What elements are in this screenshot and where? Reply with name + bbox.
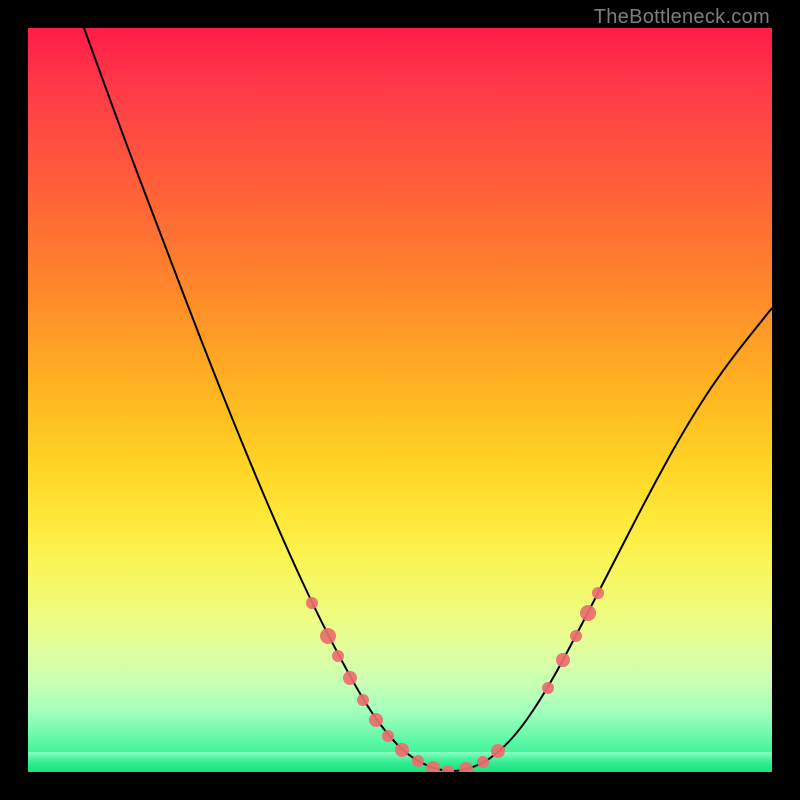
data-marker xyxy=(442,765,454,772)
data-marker xyxy=(556,653,570,667)
data-marker xyxy=(580,605,596,621)
data-marker xyxy=(412,755,424,767)
data-marker xyxy=(477,756,489,768)
data-marker xyxy=(332,650,344,662)
data-marker xyxy=(320,628,336,644)
curve-svg xyxy=(28,28,772,772)
plot-area xyxy=(28,28,772,772)
data-marker xyxy=(357,694,369,706)
bottleneck-curve xyxy=(84,28,772,771)
data-marker xyxy=(592,587,604,599)
data-marker xyxy=(343,671,357,685)
data-marker xyxy=(426,761,440,772)
data-marker xyxy=(395,743,409,757)
data-marker xyxy=(382,730,394,742)
data-marker xyxy=(491,744,505,758)
watermark-text: TheBottleneck.com xyxy=(594,6,770,29)
data-marker xyxy=(306,597,318,609)
data-marker xyxy=(459,762,473,772)
data-marker xyxy=(570,630,582,642)
data-marker xyxy=(369,713,383,727)
data-marker xyxy=(542,682,554,694)
data-markers xyxy=(306,587,604,772)
chart-frame: TheBottleneck.com xyxy=(0,0,800,800)
